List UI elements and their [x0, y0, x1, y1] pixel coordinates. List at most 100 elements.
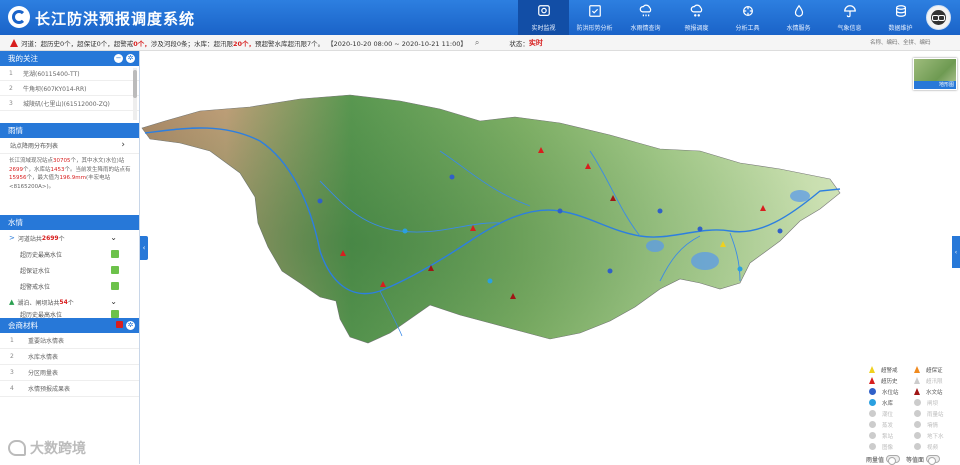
left-panel: 我的关注 − ✲ 1 芜湖(60115400-TT) 2 牛角坝(607KY014-R… [0, 51, 140, 464]
nav-label: 数据维护 [888, 25, 913, 32]
export-icon[interactable] [116, 321, 123, 328]
nav-item-1[interactable]: 防洪形势分析 [569, 0, 620, 35]
nav-item-6[interactable]: 气象信息 [824, 0, 875, 35]
material-item[interactable]: 3 分区雨量表 [0, 365, 139, 381]
legend-item[interactable]: 水库 [866, 399, 911, 407]
time-range[interactable]: 【2020-10-20 08:00 ~ 2020-10-21 11:00】 [327, 38, 467, 48]
legend-label: 水位站 [882, 389, 899, 396]
over-limit-count[interactable]: 20个， [233, 38, 255, 48]
triangle-icon [869, 377, 875, 384]
rain-cloud-icon [639, 4, 653, 23]
rain-distribution-link[interactable]: 站点降雨分布列表 › [0, 138, 139, 154]
circle-icon [914, 432, 921, 439]
legend-item[interactable]: 闸坝 [911, 399, 956, 407]
legend-item[interactable]: 水文站 [911, 388, 956, 396]
legend-item[interactable]: 泵站 [866, 432, 911, 440]
gear-icon[interactable]: ✲ [126, 54, 135, 63]
reservoir-sub-row[interactable]: 超历史最高水位 [0, 310, 139, 318]
attention-header: 我的关注 − ✲ [0, 51, 139, 66]
river-row-suffix: 个 [58, 235, 65, 243]
legend-label: 超历史 [881, 378, 898, 385]
legend-item[interactable]: 超汛限 [911, 377, 956, 385]
legend-item[interactable]: 水位站 [866, 388, 911, 396]
legend-item[interactable]: 视频 [911, 443, 956, 451]
rain-header: 雨情 [0, 123, 139, 138]
nav-item-0[interactable]: 实时监视 [518, 0, 569, 35]
water-title: 水情 [8, 218, 23, 227]
over-limit-label: 超汛限 [213, 39, 233, 48]
rain-summary-part: 长江流域现况站点 [9, 158, 54, 164]
over-guarantee-count[interactable]: 0个， [97, 38, 114, 48]
rain-summary-part: 个，水库站 [23, 166, 51, 173]
legend-item[interactable]: 超保证 [911, 366, 956, 374]
legend-label: 超保证 [926, 367, 943, 374]
rain-summary-part: 2699 [9, 166, 23, 173]
water-sub-row[interactable]: 超警戒水位 [0, 278, 139, 294]
gear-icon[interactable]: ✲ [126, 321, 135, 330]
river-station-row[interactable]: > 河道站共 2699 个 ⌄ [0, 230, 139, 246]
station-search-input[interactable] [870, 37, 950, 48]
minus-icon[interactable]: − [114, 54, 123, 63]
legend-label: 超汛限 [926, 378, 943, 385]
checkbox[interactable] [111, 310, 119, 318]
basemap-switcher[interactable]: 地形图 [913, 58, 957, 90]
checkbox[interactable] [111, 250, 119, 258]
legend-item[interactable]: 雨量站 [911, 410, 956, 418]
nav-item-3[interactable]: 预报调度 [671, 0, 722, 35]
material-item[interactable]: 4 水情预报成果表 [0, 381, 139, 397]
attention-item[interactable]: 2 牛角坝(607KY014-RR) [0, 81, 139, 96]
toggle-label: 等值面 [906, 456, 925, 464]
legend-item[interactable]: 地下水 [911, 432, 956, 440]
database-icon [894, 4, 908, 23]
scrollbar-thumb[interactable] [133, 70, 137, 98]
water-drop-icon [792, 4, 806, 23]
reservoir-station-row[interactable]: ▲ 湖泊、闸坝站共 54 个 ⌄ [0, 294, 139, 310]
triangle-icon [914, 366, 920, 373]
water-sub-row[interactable]: 超历史最高水位 [0, 246, 139, 262]
search-icon[interactable]: ⌕ [475, 38, 479, 48]
legend-label: 图像 [882, 444, 894, 451]
rain-value-toggle[interactable] [886, 455, 901, 465]
river-row-count: 2699 [41, 234, 59, 242]
over-warning-count[interactable]: 0个， [133, 38, 151, 48]
attention-item[interactable]: 3 城陵矶(七里山)(61512000-ZQ) [0, 96, 139, 111]
nav-label: 防洪形势分析 [576, 25, 613, 32]
nav-item-7[interactable]: 数据维护 [875, 0, 926, 35]
map-canvas[interactable] [140, 51, 960, 464]
legend-item[interactable]: 超警戒 [866, 366, 911, 374]
attention-item[interactable]: 1 芜湖(60115400-TT) [0, 66, 139, 81]
item-number: 4 [10, 385, 14, 392]
materials-header: 会商材料 ✲ [0, 318, 139, 333]
checkbox[interactable] [111, 266, 119, 274]
legend-item[interactable]: 墒情 [911, 421, 956, 429]
legend-item[interactable]: 蒸发 [866, 421, 911, 429]
circle-icon [914, 443, 921, 450]
over-history-count[interactable]: 0个， [60, 38, 77, 48]
expand-right-panel-button[interactable]: ‹ [952, 236, 960, 268]
item-label: 牛角坝(607KY014-RR) [23, 85, 87, 93]
yangtze-basin-map[interactable] [140, 51, 960, 464]
status-label: 状态： [509, 39, 529, 48]
legend-item[interactable]: 潮位 [866, 410, 911, 418]
chevron-down-icon: ⌄ [110, 297, 117, 306]
material-item[interactable]: 2 水库水情表 [0, 349, 139, 365]
basemap-label: 地形图 [914, 81, 956, 89]
water-sub-row[interactable]: 超保证水位 [0, 262, 139, 278]
nav-item-5[interactable]: 水情服务 [773, 0, 824, 35]
status-value[interactable]: 实时 [529, 38, 543, 48]
user-avatar[interactable] [926, 5, 951, 30]
item-label: 芜湖(60115400-TT) [23, 70, 80, 78]
circle-icon [914, 421, 921, 428]
river-label: 河道： [21, 39, 41, 48]
material-item[interactable]: 1 重要站水情表 [0, 333, 139, 349]
legend-item[interactable]: 超历史 [866, 377, 911, 385]
watermark-logo-icon [8, 440, 26, 456]
collapse-panel-button[interactable]: ‹ [140, 236, 148, 260]
nav-item-4[interactable]: 分析工具 [722, 0, 773, 35]
isosurface-toggle[interactable] [926, 455, 941, 465]
nav-item-2[interactable]: 水雨情查询 [620, 0, 671, 35]
lake-taihu [790, 190, 810, 202]
checkbox[interactable] [111, 282, 119, 290]
item-number: 3 [9, 99, 13, 107]
legend-item[interactable]: 图像 [866, 443, 911, 451]
